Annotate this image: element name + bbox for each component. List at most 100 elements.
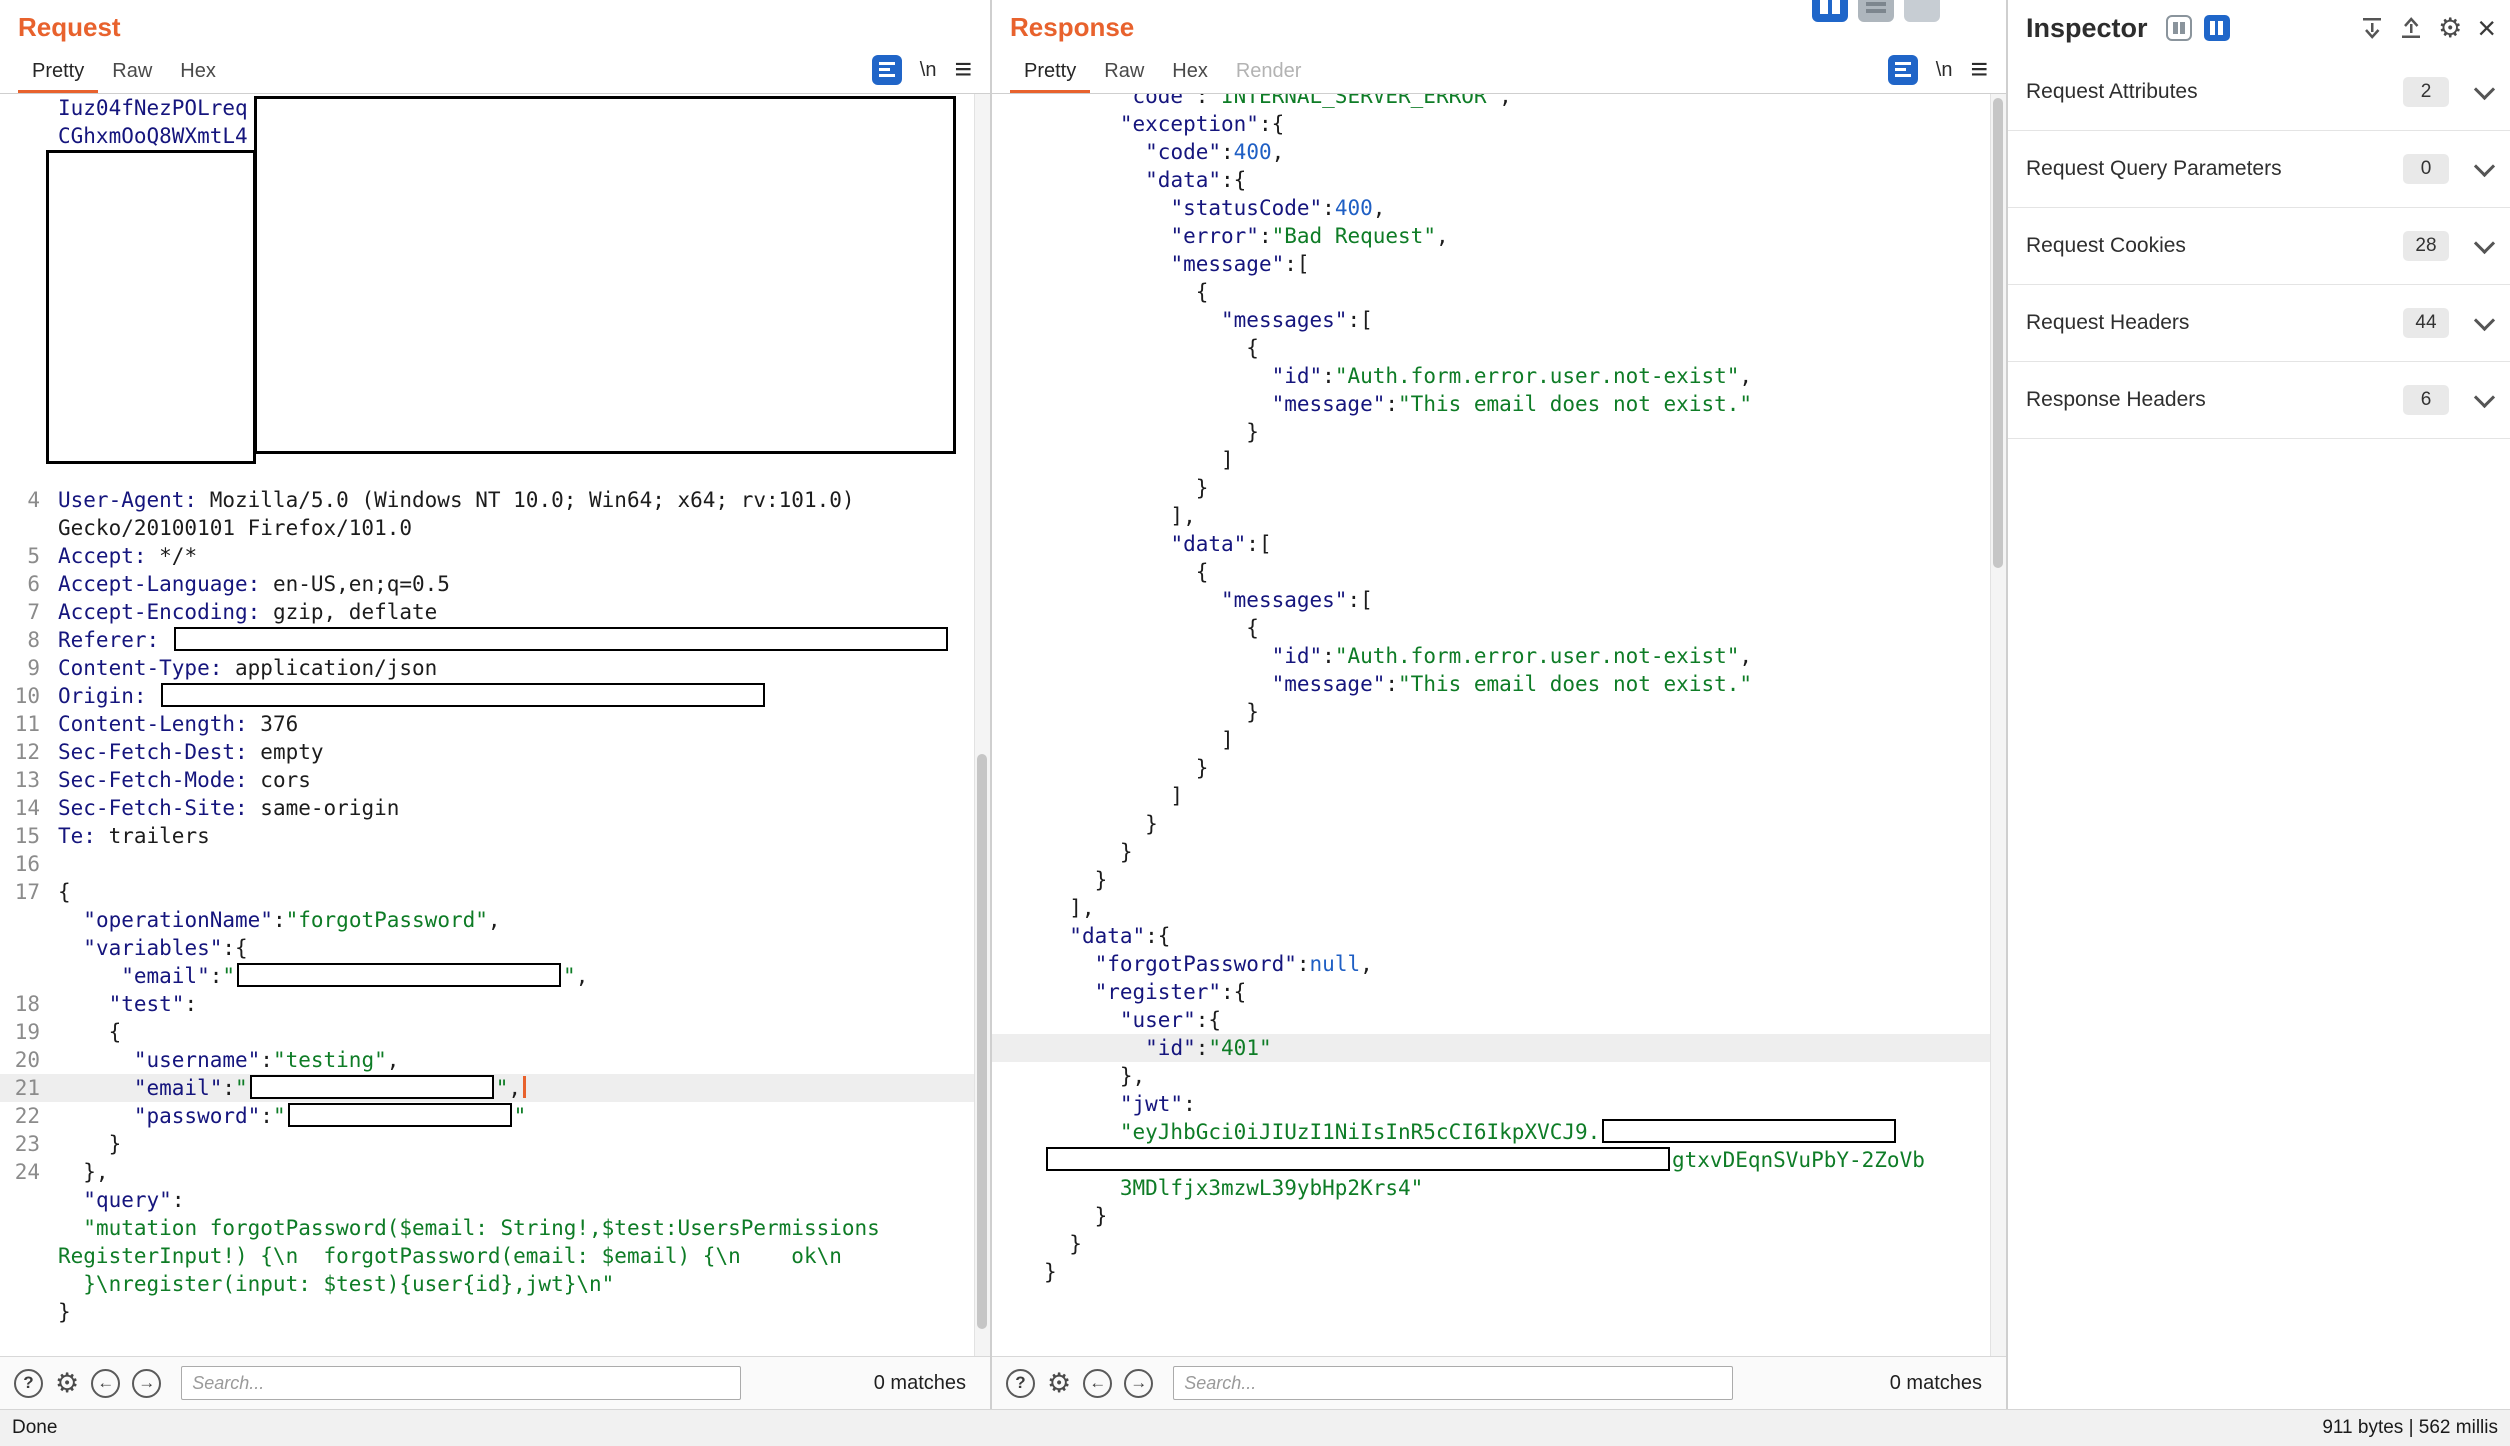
code-line[interactable]: "error":"Bad Request", xyxy=(992,222,1991,250)
response-scrollbar[interactable] xyxy=(1990,94,2006,1356)
code-line[interactable]: { xyxy=(992,614,1991,642)
code-line[interactable]: "messages":[ xyxy=(992,586,1991,614)
search-settings-icon[interactable]: ⚙ xyxy=(55,1370,79,1397)
tab-hex[interactable]: Hex xyxy=(166,48,230,93)
code-line[interactable]: } xyxy=(992,418,1991,446)
code-line[interactable]: } xyxy=(0,1298,975,1326)
code-line[interactable]: 23 } xyxy=(0,1130,975,1158)
code-line[interactable]: "forgotPassword":null, xyxy=(992,950,1991,978)
tab-hex[interactable]: Hex xyxy=(1158,48,1222,93)
code-line[interactable]: 16 xyxy=(0,850,975,878)
scrollbar-thumb[interactable] xyxy=(977,754,987,1329)
code-line[interactable]: } xyxy=(992,754,1991,782)
code-line[interactable]: } xyxy=(992,838,1991,866)
code-line[interactable]: 11Content-Length: 376 xyxy=(0,710,975,738)
request-code-editor[interactable]: Iuz04fNezPOLreqCGhxmOoQ8WXmtL44User-Agen… xyxy=(0,94,990,1356)
newline-toggle[interactable]: \n xyxy=(1936,59,1953,82)
code-line[interactable]: 13Sec-Fetch-Mode: cors xyxy=(0,766,975,794)
collapse-all-icon[interactable] xyxy=(2360,16,2384,40)
pretty-print-icon[interactable] xyxy=(872,55,902,85)
code-line[interactable]: } xyxy=(992,1258,1991,1286)
next-match-button[interactable]: → xyxy=(1124,1369,1153,1398)
code-line[interactable]: "code":400, xyxy=(992,138,1991,166)
code-line[interactable]: 17{ xyxy=(0,878,975,906)
code-line[interactable]: RegisterInput!) {\n forgotPassword(email… xyxy=(0,1242,975,1270)
code-line[interactable]: "mutation forgotPassword($email: String!… xyxy=(0,1214,975,1242)
code-line[interactable]: "email":"", xyxy=(0,962,975,990)
scrollbar-thumb[interactable] xyxy=(1993,98,2003,568)
code-line[interactable]: ], xyxy=(992,894,1991,922)
inspector-section-response-headers[interactable]: Response Headers6 xyxy=(2008,362,2510,439)
code-line[interactable]: "message":"This email does not exist." xyxy=(992,390,1991,418)
code-line[interactable]: 10Origin: xyxy=(0,682,975,710)
code-line[interactable]: "exception":{ xyxy=(992,110,1991,138)
code-line[interactable]: "register":{ xyxy=(992,978,1991,1006)
code-line[interactable]: 3MDlfjx3mzwL39ybHp2Krs4" xyxy=(992,1174,1991,1202)
previous-match-button[interactable]: ← xyxy=(1083,1369,1112,1398)
code-line[interactable]: ] xyxy=(992,726,1991,754)
code-line[interactable]: { xyxy=(992,558,1991,586)
code-line[interactable]: "messages":[ xyxy=(992,306,1991,334)
code-line[interactable]: "id":"Auth.form.error.user.not-exist", xyxy=(992,362,1991,390)
code-line[interactable]: "jwt": xyxy=(992,1090,1991,1118)
code-line[interactable]: "data":{ xyxy=(992,166,1991,194)
next-match-button[interactable]: → xyxy=(132,1369,161,1398)
split-rows-layout-button[interactable] xyxy=(1858,0,1894,22)
code-line[interactable]: 24 }, xyxy=(0,1158,975,1186)
code-line[interactable]: } xyxy=(992,474,1991,502)
inspector-section-request-attributes[interactable]: Request Attributes2 xyxy=(2008,54,2510,131)
code-line[interactable]: 9Content-Type: application/json xyxy=(0,654,975,682)
code-line[interactable]: Gecko/20100101 Firefox/101.0 xyxy=(0,514,975,542)
inspector-section-request-query-parameters[interactable]: Request Query Parameters0 xyxy=(2008,131,2510,208)
split-columns-layout-button[interactable] xyxy=(1812,0,1848,22)
code-line[interactable]: { xyxy=(992,334,1991,362)
expand-all-icon[interactable] xyxy=(2399,16,2423,40)
code-line[interactable]: gtxvDEqnSVuPbY-2ZoVb xyxy=(992,1146,1991,1174)
help-icon[interactable]: ? xyxy=(1006,1369,1035,1398)
code-line[interactable]: 6Accept-Language: en-US,en;q=0.5 xyxy=(0,570,975,598)
code-line[interactable]: }\nregister(input: $test){user{id},jwt}\… xyxy=(0,1270,975,1298)
code-line[interactable]: } xyxy=(992,1202,1991,1230)
code-line[interactable]: "code":"INTERNAL_SERVER_ERROR", xyxy=(992,94,1991,110)
code-line[interactable]: "data":{ xyxy=(992,922,1991,950)
response-code-editor[interactable]: "code":"INTERNAL_SERVER_ERROR", "excepti… xyxy=(992,94,2006,1356)
code-line[interactable]: 15Te: trailers xyxy=(0,822,975,850)
code-line[interactable]: "variables":{ xyxy=(0,934,975,962)
dock-right-icon[interactable] xyxy=(2166,15,2192,41)
code-line[interactable]: 21 "email":"", xyxy=(0,1074,975,1102)
code-line[interactable]: }, xyxy=(992,1062,1991,1090)
code-line[interactable]: 4User-Agent: Mozilla/5.0 (Windows NT 10.… xyxy=(0,486,975,514)
tab-pretty[interactable]: Pretty xyxy=(18,48,98,93)
inspector-settings-icon[interactable]: ⚙ xyxy=(2438,15,2462,42)
editor-menu-icon[interactable]: ≡ xyxy=(1970,55,1988,85)
code-line[interactable]: "message":"This email does not exist." xyxy=(992,670,1991,698)
code-line[interactable]: ] xyxy=(992,782,1991,810)
dock-columns-selected-icon[interactable] xyxy=(2204,15,2230,41)
previous-match-button[interactable]: ← xyxy=(91,1369,120,1398)
code-line[interactable]: 19 { xyxy=(0,1018,975,1046)
request-scrollbar[interactable] xyxy=(974,94,990,1356)
code-line[interactable]: "operationName":"forgotPassword", xyxy=(0,906,975,934)
code-line[interactable]: 5Accept: */* xyxy=(0,542,975,570)
single-pane-layout-button[interactable] xyxy=(1904,0,1940,22)
code-line[interactable]: 20 "username":"testing", xyxy=(0,1046,975,1074)
code-line[interactable]: ], xyxy=(992,502,1991,530)
search-input[interactable] xyxy=(181,1366,741,1400)
code-line[interactable]: 12Sec-Fetch-Dest: empty xyxy=(0,738,975,766)
pretty-print-icon[interactable] xyxy=(1888,55,1918,85)
help-icon[interactable]: ? xyxy=(14,1369,43,1398)
code-line[interactable]: } xyxy=(992,866,1991,894)
code-line[interactable]: "message":[ xyxy=(992,250,1991,278)
code-line[interactable]: 8Referer: xyxy=(0,626,975,654)
inspector-section-request-headers[interactable]: Request Headers44 xyxy=(2008,285,2510,362)
search-input[interactable] xyxy=(1173,1366,1733,1400)
code-line[interactable]: } xyxy=(992,810,1991,838)
code-line[interactable]: "eyJhbGci0iJIUzI1NiIsInR5cCI6IkpXVCJ9. xyxy=(992,1118,1991,1146)
code-line[interactable]: 14Sec-Fetch-Site: same-origin xyxy=(0,794,975,822)
code-line[interactable]: "id":"Auth.form.error.user.not-exist", xyxy=(992,642,1991,670)
code-line[interactable]: "id":"401" xyxy=(992,1034,1991,1062)
code-line[interactable]: 18 "test": xyxy=(0,990,975,1018)
inspector-section-request-cookies[interactable]: Request Cookies28 xyxy=(2008,208,2510,285)
code-line[interactable]: ] xyxy=(992,446,1991,474)
code-line[interactable]: } xyxy=(992,1230,1991,1258)
